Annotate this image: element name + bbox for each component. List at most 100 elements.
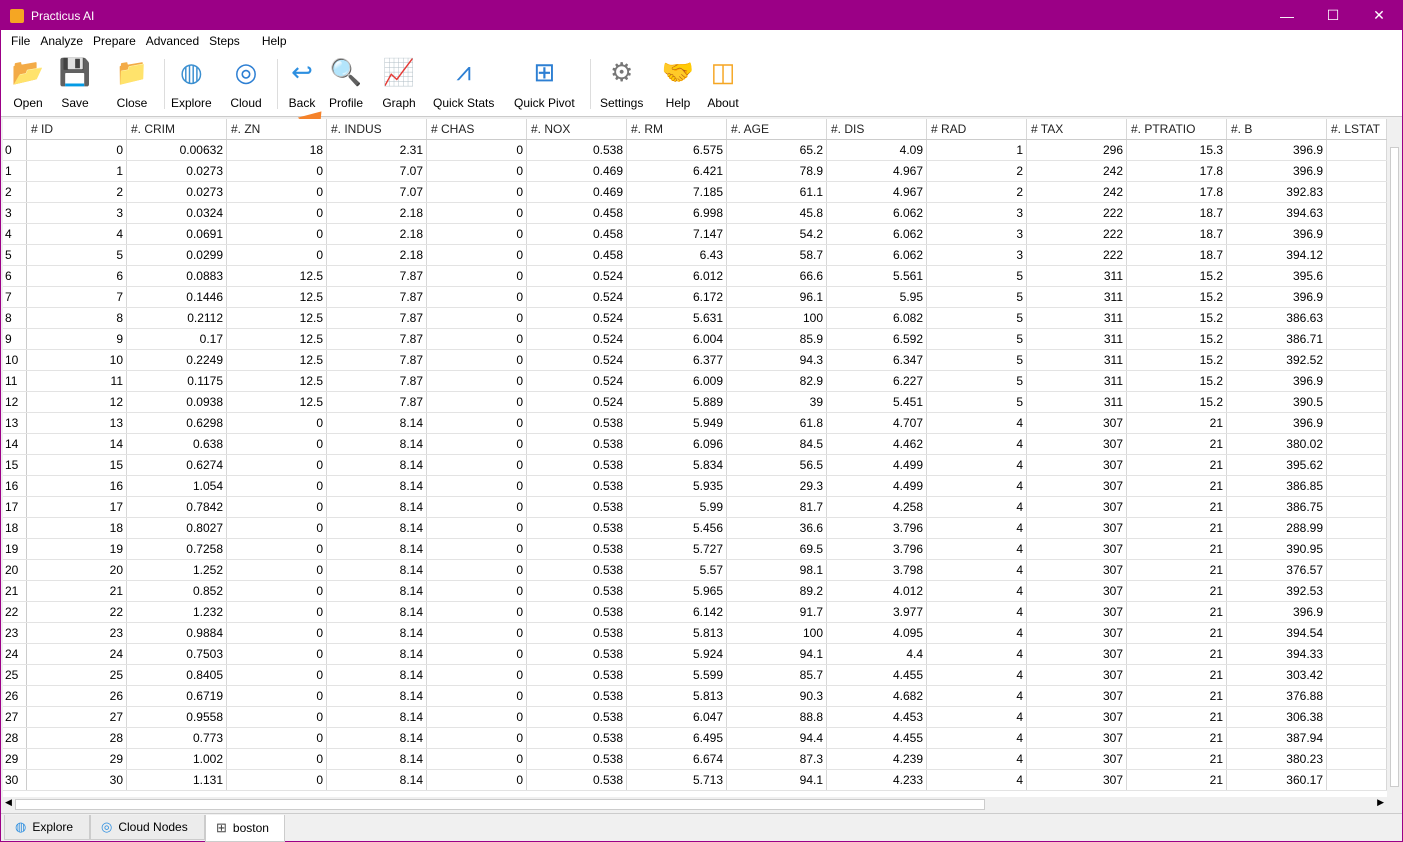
table-cell[interactable]: 311 <box>1027 266 1127 286</box>
table-cell[interactable]: 0 <box>427 581 527 601</box>
table-cell[interactable] <box>1327 455 1387 475</box>
table-cell[interactable]: 3.796 <box>827 539 927 559</box>
table-cell[interactable]: 392.53 <box>1227 581 1327 601</box>
table-cell[interactable]: 19 <box>27 539 127 559</box>
table-cell[interactable]: 8.14 <box>327 539 427 559</box>
table-cell[interactable]: 5.713 <box>627 770 727 790</box>
table-cell[interactable]: 0.538 <box>527 644 627 664</box>
table-cell[interactable]: 5.561 <box>827 266 927 286</box>
table-cell[interactable]: 307 <box>1027 686 1127 706</box>
table-cell[interactable]: 100 <box>727 308 827 328</box>
table-cell[interactable]: 307 <box>1027 707 1127 727</box>
table-cell[interactable]: 2.18 <box>327 245 427 265</box>
table-cell[interactable]: 10 <box>27 350 127 370</box>
table-cell[interactable]: 0 <box>427 644 527 664</box>
table-cell[interactable]: 4 <box>927 497 1027 517</box>
table-cell[interactable]: 0.538 <box>527 476 627 496</box>
table-cell[interactable]: 0 <box>227 644 327 664</box>
table-cell[interactable]: 0 <box>227 581 327 601</box>
table-cell[interactable]: 7.87 <box>327 371 427 391</box>
table-cell[interactable]: 394.63 <box>1227 203 1327 223</box>
table-cell[interactable]: 1.252 <box>127 560 227 580</box>
quick-stats-button[interactable]: ⩘ Quick Stats <box>433 55 494 110</box>
tab-boston[interactable]: ⊞ boston <box>205 815 285 842</box>
table-cell[interactable]: 15.2 <box>1127 266 1227 286</box>
table-cell[interactable]: 56.5 <box>727 455 827 475</box>
table-cell[interactable]: 18.7 <box>1127 203 1227 223</box>
table-cell[interactable]: 4.455 <box>827 728 927 748</box>
table-cell[interactable]: 307 <box>1027 581 1127 601</box>
menu-prepare[interactable]: Prepare <box>88 34 141 48</box>
table-cell[interactable]: 4 <box>27 224 127 244</box>
menu-steps[interactable]: Steps <box>204 34 245 48</box>
table-cell[interactable]: 21 <box>1127 728 1227 748</box>
table-cell[interactable]: 21 <box>1127 644 1227 664</box>
table-cell[interactable]: 13 <box>27 413 127 433</box>
table-cell[interactable]: 5.834 <box>627 455 727 475</box>
table-row[interactable]: 4 4 0.0691 0 2.18 0 0.458 7.147 54.2 6.062 3 222 18.… <box>3 224 1387 245</box>
table-row[interactable]: 23 23 0.9884 0 8.14 0 0.538 5.813 100 4.095 4 307 21… <box>3 623 1387 644</box>
table-cell[interactable]: 90.3 <box>727 686 827 706</box>
table-cell[interactable]: 0 <box>427 371 527 391</box>
table-cell[interactable] <box>1327 434 1387 454</box>
table-cell[interactable] <box>1327 476 1387 496</box>
table-cell[interactable]: 5.813 <box>627 623 727 643</box>
table-cell[interactable] <box>1327 665 1387 685</box>
table-cell[interactable] <box>1327 182 1387 202</box>
table-cell[interactable]: 15.3 <box>1127 140 1227 160</box>
table-cell[interactable]: 395.6 <box>1227 266 1327 286</box>
table-cell[interactable]: 242 <box>1027 182 1127 202</box>
table-cell[interactable]: 0.538 <box>527 770 627 790</box>
table-row[interactable]: 13 13 0.6298 0 8.14 0 0.538 5.949 61.8 4.707 4 307 2… <box>3 413 1387 434</box>
tab-cloud-nodes[interactable]: ◎ Cloud Nodes <box>90 815 205 840</box>
table-cell[interactable]: 0.2249 <box>127 350 227 370</box>
table-cell[interactable] <box>1327 350 1387 370</box>
table-cell[interactable]: 94.3 <box>727 350 827 370</box>
table-cell[interactable]: 6.012 <box>627 266 727 286</box>
table-cell[interactable]: 0.0273 <box>127 182 227 202</box>
table-row[interactable]: 25 25 0.8405 0 8.14 0 0.538 5.599 85.7 4.455 4 307 2… <box>3 665 1387 686</box>
table-cell[interactable] <box>1327 245 1387 265</box>
table-cell[interactable]: 306.38 <box>1227 707 1327 727</box>
table-cell[interactable]: 9 <box>27 329 127 349</box>
settings-button[interactable]: ⚙ Settings <box>600 55 643 111</box>
table-cell[interactable]: 0.1446 <box>127 287 227 307</box>
table-cell[interactable] <box>1327 413 1387 433</box>
table-cell[interactable]: 0 <box>427 476 527 496</box>
table-cell[interactable]: 0 <box>227 770 327 790</box>
table-cell[interactable]: 21 <box>1127 455 1227 475</box>
table-cell[interactable]: 0.524 <box>527 266 627 286</box>
table-cell[interactable]: 8 <box>27 308 127 328</box>
table-cell[interactable] <box>1327 539 1387 559</box>
table-cell[interactable]: 0 <box>427 224 527 244</box>
table-cell[interactable]: 21 <box>1127 539 1227 559</box>
table-cell[interactable]: 0 <box>227 728 327 748</box>
column-header[interactable]: #. NOX <box>527 119 627 139</box>
table-cell[interactable]: 4.682 <box>827 686 927 706</box>
table-cell[interactable]: 29.3 <box>727 476 827 496</box>
table-cell[interactable]: 7.87 <box>327 308 427 328</box>
column-header[interactable]: #. INDUS <box>327 119 427 139</box>
table-cell[interactable]: 222 <box>1027 224 1127 244</box>
table-cell[interactable]: 12 <box>27 392 127 412</box>
menu-file[interactable]: File <box>1 34 35 48</box>
table-cell[interactable]: 4 <box>927 518 1027 538</box>
table-cell[interactable]: 0.7258 <box>127 539 227 559</box>
table-cell[interactable]: 0.538 <box>527 602 627 622</box>
table-cell[interactable]: 1 <box>927 140 1027 160</box>
table-cell[interactable]: 6.172 <box>627 287 727 307</box>
table-cell[interactable]: 288.99 <box>1227 518 1327 538</box>
table-cell[interactable]: 0 <box>227 665 327 685</box>
table-cell[interactable] <box>1327 602 1387 622</box>
table-cell[interactable] <box>1327 749 1387 769</box>
table-cell[interactable]: 396.9 <box>1227 413 1327 433</box>
table-cell[interactable]: 39 <box>727 392 827 412</box>
table-cell[interactable]: 8.14 <box>327 497 427 517</box>
table-cell[interactable]: 396.9 <box>1227 371 1327 391</box>
table-cell[interactable]: 5 <box>927 371 1027 391</box>
table-cell[interactable]: 81.7 <box>727 497 827 517</box>
table-cell[interactable]: 396.9 <box>1227 287 1327 307</box>
table-cell[interactable]: 4.239 <box>827 749 927 769</box>
table-cell[interactable]: 4.462 <box>827 434 927 454</box>
table-cell[interactable]: 396.9 <box>1227 140 1327 160</box>
